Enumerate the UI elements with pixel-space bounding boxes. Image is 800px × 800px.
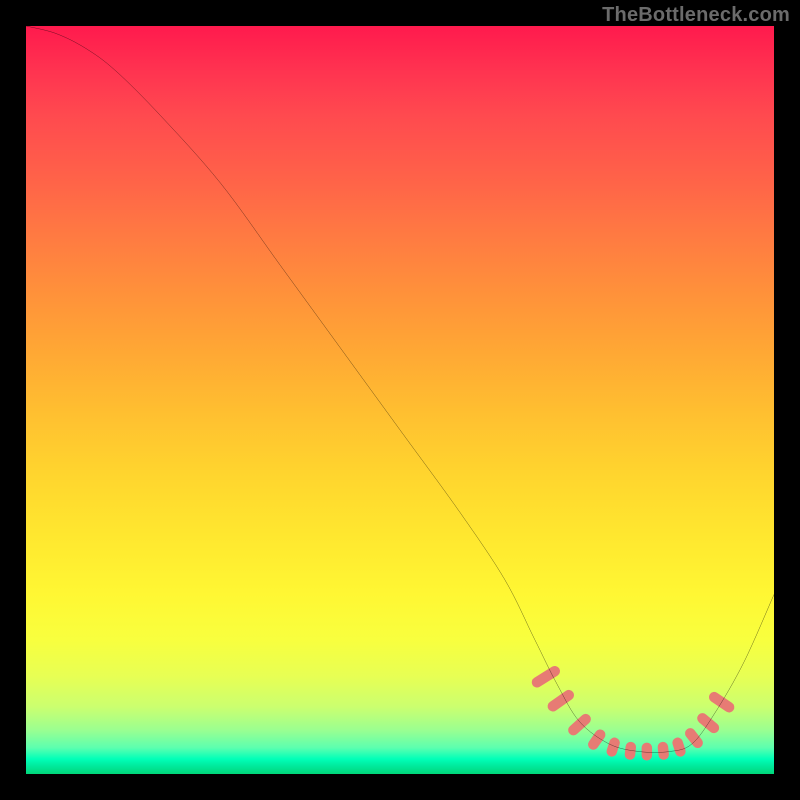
watermark-text: TheBottleneck.com (602, 4, 790, 27)
chart-overlay-svg (26, 26, 774, 774)
highlight-marker (530, 664, 562, 690)
highlight-marker (683, 726, 705, 750)
chart-stage: TheBottleneck.com (0, 0, 800, 800)
marker-group (530, 664, 737, 761)
plot-area (26, 26, 774, 774)
highlight-marker (566, 712, 593, 738)
highlight-marker (671, 736, 687, 758)
highlight-marker (546, 688, 577, 714)
highlight-marker (605, 736, 621, 758)
bottleneck-curve (26, 26, 774, 753)
highlight-marker (657, 741, 669, 760)
highlight-marker (695, 711, 721, 735)
highlight-marker (642, 743, 652, 761)
